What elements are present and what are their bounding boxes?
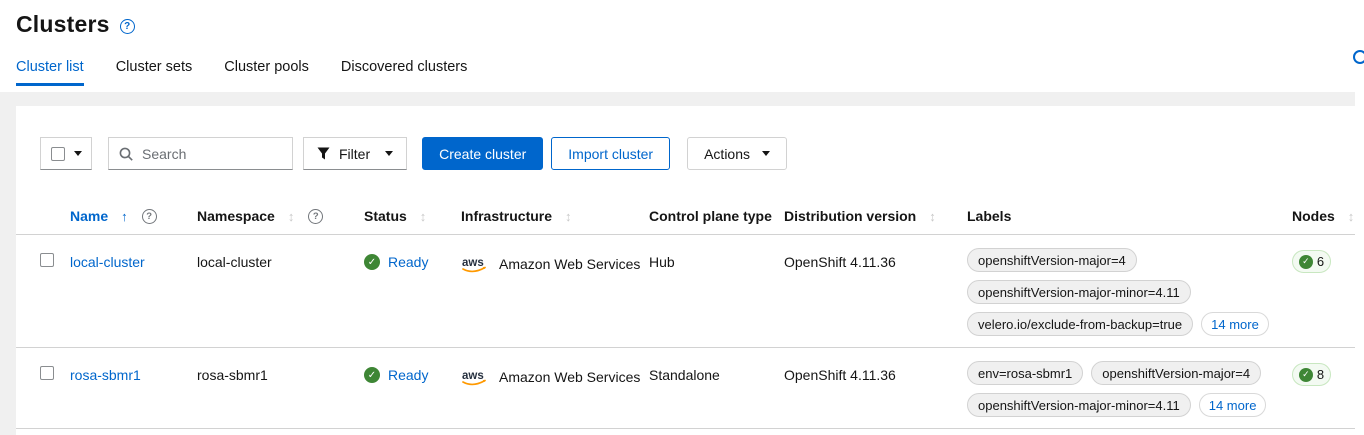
column-header-distribution-version[interactable]: Distribution version	[784, 198, 967, 235]
label-pill: openshiftVersion-major=4	[967, 248, 1137, 272]
filter-icon	[317, 147, 330, 160]
page-help-icon[interactable]	[120, 19, 135, 34]
sort-icon[interactable]	[565, 209, 572, 224]
column-header-infrastructure[interactable]: Infrastructure	[461, 198, 649, 235]
cluster-name-link[interactable]: rosa-sbmr1	[70, 367, 141, 383]
bulk-select-checkbox[interactable]	[51, 147, 65, 161]
namespace-help-icon[interactable]	[308, 209, 323, 224]
control-plane-type-cell: Standalone	[649, 348, 784, 429]
search-box	[108, 137, 293, 170]
clusters-card: Filter Create cluster Import cluster Act…	[16, 106, 1355, 435]
svg-text:aws: aws	[462, 257, 484, 269]
column-header-nodes[interactable]: Nodes	[1292, 198, 1355, 235]
label-pill: velero.io/exclude-from-backup=true	[967, 312, 1193, 336]
aws-logo-icon: aws	[461, 254, 491, 274]
create-cluster-button[interactable]: Create cluster	[422, 137, 543, 170]
column-header-labels: Labels	[967, 198, 1292, 235]
row-checkbox[interactable]	[40, 366, 54, 380]
infrastructure-cell: Amazon Web Services	[499, 256, 640, 272]
actions-label: Actions	[704, 146, 750, 162]
ready-status-icon	[364, 254, 380, 270]
svg-text:aws: aws	[462, 370, 484, 382]
sort-icon[interactable]	[420, 209, 427, 224]
sort-icon[interactable]	[1348, 209, 1355, 224]
name-help-icon[interactable]	[142, 209, 157, 224]
column-header-status[interactable]: Status	[364, 198, 461, 235]
nodes-ready-icon	[1299, 368, 1313, 382]
namespace-cell: rosa-sbmr1	[197, 348, 364, 429]
clusters-table: Name Namespace S	[16, 198, 1355, 429]
label-pill: openshiftVersion-major-minor=4.11	[967, 280, 1191, 304]
sort-ascending-icon[interactable]	[121, 209, 128, 224]
infrastructure-cell: Amazon Web Services	[499, 369, 640, 385]
cluster-name-link[interactable]: local-cluster	[70, 254, 145, 270]
distribution-version-cell: OpenShift 4.11.36	[784, 348, 967, 429]
actions-dropdown[interactable]: Actions	[687, 137, 787, 170]
label-pill: env=rosa-sbmr1	[967, 361, 1083, 385]
table-toolbar: Filter Create cluster Import cluster Act…	[40, 137, 1355, 170]
tab-cluster-pools[interactable]: Cluster pools	[224, 59, 309, 86]
distribution-version-cell: OpenShift 4.11.36	[784, 235, 967, 348]
chevron-down-icon	[762, 151, 770, 156]
nodes-ready-icon	[1299, 255, 1313, 269]
status-link[interactable]: Ready	[388, 367, 428, 383]
page-header: Clusters Cluster list Cluster sets Clust…	[0, 0, 1355, 92]
table-row: local-cluster local-cluster Ready aws	[16, 235, 1355, 348]
row-checkbox[interactable]	[40, 253, 54, 267]
tab-cluster-sets[interactable]: Cluster sets	[116, 59, 193, 86]
table-row: rosa-sbmr1 rosa-sbmr1 Ready aws	[16, 348, 1355, 429]
labels-more-link[interactable]: 14 more	[1199, 393, 1267, 417]
filter-dropdown[interactable]: Filter	[303, 137, 407, 170]
ready-status-icon	[364, 367, 380, 383]
page-title: Clusters	[16, 11, 110, 38]
column-header-control-plane-type: Control plane type	[649, 198, 784, 235]
tab-discovered-clusters[interactable]: Discovered clusters	[341, 59, 468, 86]
column-header-name[interactable]: Name	[70, 198, 197, 235]
column-header-namespace[interactable]: Namespace	[197, 198, 364, 235]
chevron-down-icon	[74, 151, 82, 156]
bulk-select-dropdown[interactable]	[40, 137, 92, 170]
import-cluster-button[interactable]: Import cluster	[551, 137, 670, 170]
search-icon	[119, 147, 133, 161]
status-link[interactable]: Ready	[388, 254, 428, 270]
select-all-header	[16, 198, 70, 235]
tab-bar: Cluster list Cluster sets Cluster pools …	[0, 59, 1355, 86]
label-pill: openshiftVersion-major-minor=4.11	[967, 393, 1191, 417]
labels-more-link[interactable]: 14 more	[1201, 312, 1269, 336]
aws-logo-icon: aws	[461, 367, 491, 387]
namespace-cell: local-cluster	[197, 235, 364, 348]
search-input[interactable]	[142, 146, 272, 162]
clusters-page: Clusters Cluster list Cluster sets Clust…	[0, 0, 1364, 435]
tab-cluster-list[interactable]: Cluster list	[16, 59, 84, 86]
sort-icon[interactable]	[288, 209, 295, 224]
nodes-ready-badge[interactable]: 8	[1292, 363, 1331, 386]
control-plane-type-cell: Hub	[649, 235, 784, 348]
filter-label: Filter	[339, 146, 370, 162]
nodes-ready-badge[interactable]: 6	[1292, 250, 1331, 273]
clipped-edge-icon	[1353, 50, 1364, 64]
table-header-row: Name Namespace S	[16, 198, 1355, 235]
sort-icon[interactable]	[929, 209, 936, 224]
chevron-down-icon	[385, 151, 393, 156]
label-pill: openshiftVersion-major=4	[1091, 361, 1261, 385]
